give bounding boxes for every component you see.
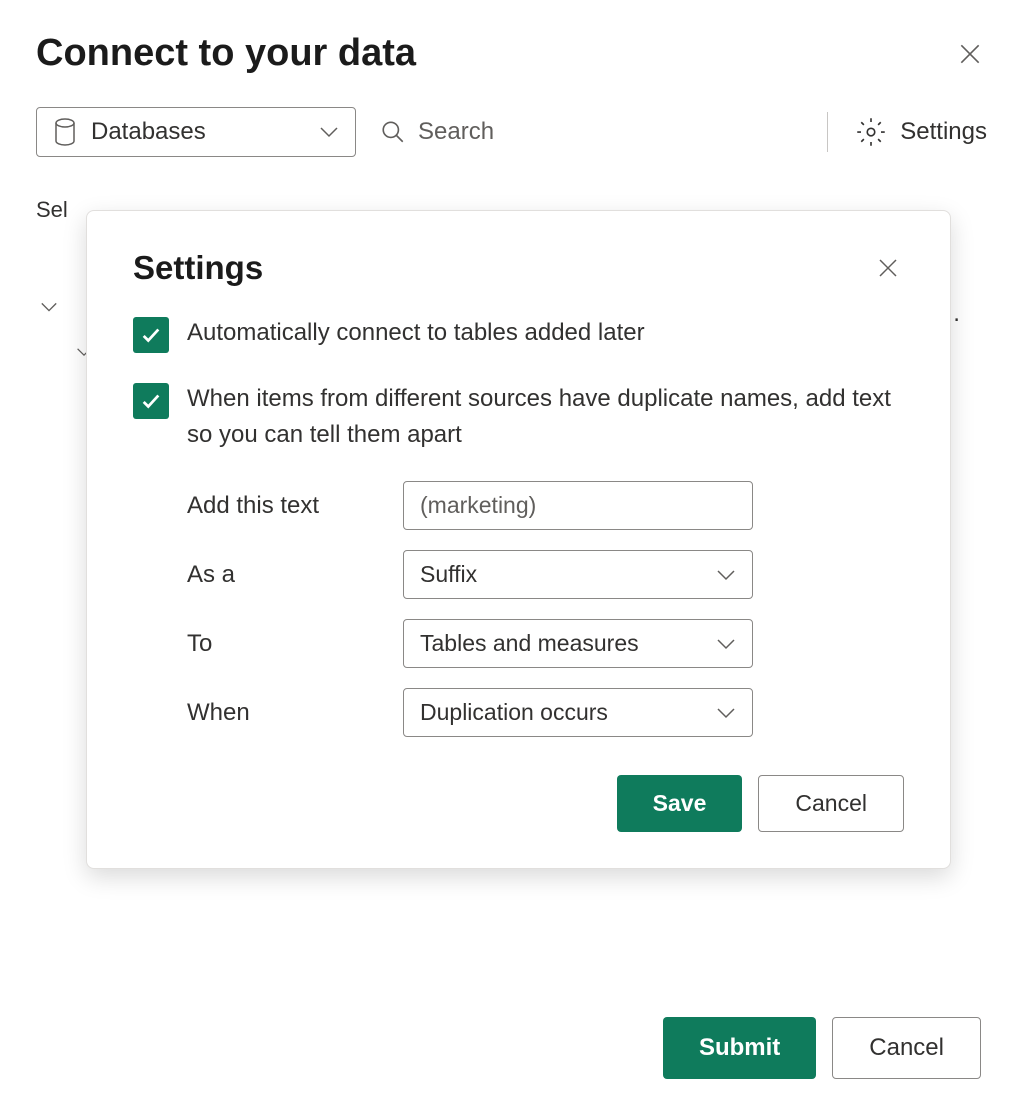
search-placeholder: Search — [418, 118, 494, 146]
search-input[interactable]: Search — [376, 118, 799, 146]
settings-button[interactable]: Settings — [856, 117, 987, 147]
tree-expand-chevron[interactable] — [40, 300, 58, 318]
checkmark-icon — [140, 324, 162, 346]
chevron-down-icon — [40, 301, 58, 313]
when-label: When — [187, 699, 403, 727]
modal-close-button[interactable] — [872, 252, 904, 284]
when-value: Duplication occurs — [420, 699, 608, 726]
submit-button[interactable]: Submit — [663, 1017, 816, 1079]
add-text-label: Add this text — [187, 492, 403, 520]
when-select[interactable]: Duplication occurs — [403, 688, 753, 737]
chevron-down-icon — [716, 569, 736, 581]
modal-title: Settings — [133, 249, 263, 287]
save-button[interactable]: Save — [617, 775, 743, 832]
duplicate-names-label: When items from different sources have d… — [187, 381, 904, 453]
as-a-label: As a — [187, 561, 403, 589]
add-text-input[interactable] — [403, 481, 753, 530]
divider — [827, 112, 828, 152]
as-a-value: Suffix — [420, 561, 477, 588]
chevron-down-icon — [319, 126, 339, 138]
duplicate-names-checkbox[interactable] — [133, 383, 169, 419]
to-select[interactable]: Tables and measures — [403, 619, 753, 668]
cancel-button[interactable]: Cancel — [758, 775, 904, 832]
source-dropdown-label: Databases — [91, 118, 206, 146]
close-button[interactable] — [953, 37, 987, 71]
settings-label: Settings — [900, 118, 987, 146]
gear-icon — [856, 117, 886, 147]
to-label: To — [187, 630, 403, 658]
auto-connect-label: Automatically connect to tables added la… — [187, 315, 645, 351]
search-icon — [380, 119, 406, 145]
close-icon — [957, 41, 983, 67]
main-cancel-button[interactable]: Cancel — [832, 1017, 981, 1079]
settings-modal: Settings Automatically connect to tables… — [86, 210, 951, 869]
page-title: Connect to your data — [36, 32, 416, 75]
as-a-select[interactable]: Suffix — [403, 550, 753, 599]
chevron-down-icon — [716, 707, 736, 719]
to-value: Tables and measures — [420, 630, 639, 657]
checkmark-icon — [140, 390, 162, 412]
database-icon — [53, 118, 77, 146]
chevron-down-icon — [716, 638, 736, 650]
close-icon — [876, 256, 900, 280]
auto-connect-checkbox[interactable] — [133, 317, 169, 353]
source-dropdown[interactable]: Databases — [36, 107, 356, 157]
